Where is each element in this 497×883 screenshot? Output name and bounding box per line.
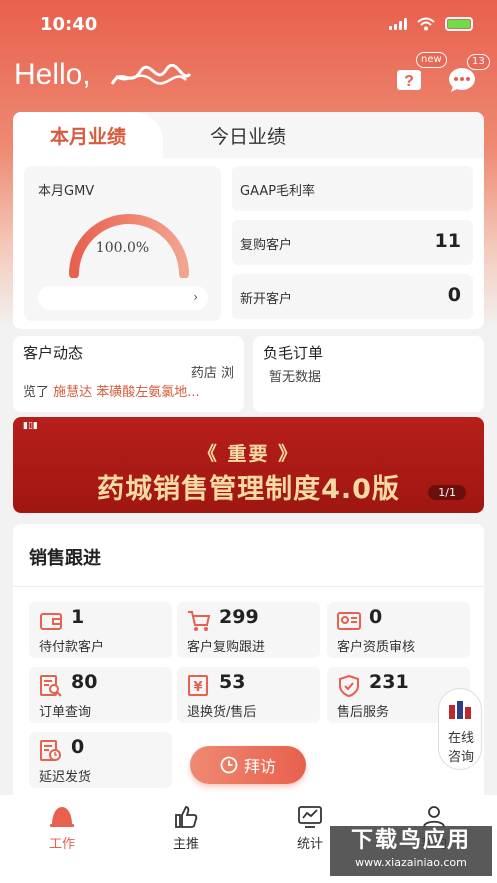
sales-followup-card: 销售跟进 1 待付款客户 299 客户复购跟进 0 客户资质审核 80 订单查询… xyxy=(13,524,484,804)
tile-count: 53 xyxy=(219,671,246,693)
tab-label: 主推 xyxy=(172,837,199,852)
metric-label: GAAP毛利率 xyxy=(240,184,316,199)
customer-dynamics-title: 客户动态 xyxy=(23,344,84,362)
tile-count: 1 xyxy=(71,606,85,628)
visit-button-label: 拜访 xyxy=(243,757,276,776)
tile-qualification-review[interactable]: 0 客户资质审核 xyxy=(327,602,470,658)
performance-tabs: 本月业绩 今日业绩 xyxy=(13,112,484,158)
thumb-up-icon xyxy=(175,806,198,828)
tile-count: 80 xyxy=(71,671,98,693)
status-time: 10:40 xyxy=(40,14,98,35)
metric-label: 新开客户 xyxy=(240,292,293,307)
negative-orders-card[interactable]: 负毛订单 暂无数据 xyxy=(253,336,484,412)
clock-icon xyxy=(220,756,238,774)
metric-new-customers: 新开客户 0 xyxy=(232,274,473,319)
tile-count: 231 xyxy=(369,671,409,693)
tile-label: 订单查询 xyxy=(39,705,92,720)
tile-label: 退换货/售后 xyxy=(187,705,257,720)
tile-pending-payment[interactable]: 1 待付款客户 xyxy=(29,602,172,658)
tile-label: 售后服务 xyxy=(337,705,390,720)
shield-icon xyxy=(339,675,359,697)
wallet-icon xyxy=(40,613,62,630)
site-watermark: 下载鸟应用 www.xiazainiao.com xyxy=(330,826,492,876)
promo-banner[interactable]: ▮▯▮ 《 重要 》 药城销售管理制度4.0版 1/1 xyxy=(13,417,484,513)
metric-label: 复购客户 xyxy=(240,238,293,253)
performance-body: 本月GMV 100.0% › GAAP毛利率 复购客户 11 新开客户 0 xyxy=(13,158,484,329)
tile-label: 客户复购跟进 xyxy=(187,640,266,655)
tile-label: 延迟发货 xyxy=(39,770,92,785)
tile-repurchase-followup[interactable]: 299 客户复购跟进 xyxy=(177,602,320,658)
tile-count: 0 xyxy=(369,606,383,628)
order-search-icon xyxy=(40,675,62,697)
work-icon xyxy=(50,807,74,827)
redacted-name-scribble xyxy=(110,64,192,85)
banner-logo: ▮▯▮ xyxy=(23,421,38,431)
gmv-title: 本月GMV xyxy=(38,184,95,199)
performance-card: 本月业绩 今日业绩 本月GMV 100.0% › GAAP毛利率 复购客户 11… xyxy=(13,112,484,329)
delay-icon xyxy=(40,740,61,761)
id-card-icon xyxy=(337,612,361,630)
dynamics-product: 施慧达 苯磺酸左氨氯地... xyxy=(53,385,200,400)
shop-suffix: 药店 浏 xyxy=(190,366,234,381)
tile-delayed-shipping[interactable]: 0 延迟发货 xyxy=(29,732,172,788)
tile-returns-aftersales[interactable]: ¥ 53 退换货/售后 xyxy=(177,667,320,723)
metric-value: 11 xyxy=(434,230,461,252)
help-new-badge: new xyxy=(416,52,447,68)
cart-icon xyxy=(188,611,211,631)
dynamics-prefix: 览了 xyxy=(23,385,54,400)
negative-orders-empty: 暂无数据 xyxy=(269,370,322,385)
watermark-url: www.xiazainiao.com xyxy=(355,856,467,869)
metric-gaap-margin: GAAP毛利率 xyxy=(232,166,473,211)
sales-title: 销售跟进 xyxy=(29,548,101,569)
visit-button[interactable]: 拜访 xyxy=(190,746,306,784)
consult-label-1: 在线 xyxy=(447,731,474,746)
help-button[interactable]: ? new xyxy=(394,52,447,94)
consult-label-2: 咨询 xyxy=(447,750,474,765)
messages-button[interactable]: 13 xyxy=(447,54,490,94)
tab-label: 工作 xyxy=(48,837,75,852)
tile-label: 客户资质审核 xyxy=(337,640,416,655)
yen-return-icon: ¥ xyxy=(188,675,208,696)
chevron-right-icon: › xyxy=(193,290,198,304)
watermark-title: 下载鸟应用 xyxy=(350,828,471,853)
tile-label: 待付款客户 xyxy=(39,640,105,655)
banner-tag: 《 重要 》 xyxy=(197,443,300,465)
metric-value: 0 xyxy=(447,284,461,306)
divider xyxy=(13,586,484,587)
battery-icon xyxy=(445,17,473,31)
signal-icon xyxy=(389,18,407,30)
negative-orders-title: 负毛订单 xyxy=(263,344,324,362)
tab-this-month[interactable]: 本月业绩 xyxy=(13,112,163,158)
svg-text:¥: ¥ xyxy=(193,680,202,695)
tab-label: 统计 xyxy=(296,837,323,852)
banner-title: 药城销售管理制度4.0版 xyxy=(97,474,400,505)
online-consult-button[interactable]: 在线 咨询 xyxy=(438,688,482,770)
greeting-text: Hello, xyxy=(14,58,91,91)
stats-icon xyxy=(298,806,322,828)
status-bar: 10:40 xyxy=(0,0,497,50)
status-icons xyxy=(389,17,473,31)
wifi-icon xyxy=(417,17,435,31)
consult-icon xyxy=(449,701,471,719)
svg-text:?: ? xyxy=(404,73,414,90)
tab-work[interactable]: 工作 xyxy=(32,805,92,852)
gmv-progress-value: 100.0% xyxy=(95,240,150,256)
help-icon: ? xyxy=(397,70,421,90)
gmv-panel: 本月GMV 100.0% › xyxy=(24,166,221,321)
customer-dynamics-card[interactable]: 客户动态 药店 浏 览了 施慧达 苯磺酸左氨氯地... xyxy=(13,336,244,412)
tile-order-query[interactable]: 80 订单查询 xyxy=(29,667,172,723)
metric-repeat-customers: 复购客户 11 xyxy=(232,220,473,265)
banner-page-indicator: 1/1 xyxy=(428,485,466,500)
tab-featured[interactable]: 主推 xyxy=(156,805,216,852)
messages-count-badge: 13 xyxy=(467,54,490,70)
dynamics-line: 览了 施慧达 苯磺酸左氨氯地... xyxy=(23,383,238,402)
tile-count: 299 xyxy=(219,606,259,628)
tab-today[interactable]: 今日业绩 xyxy=(173,112,323,158)
tile-count: 0 xyxy=(71,736,85,758)
gmv-detail-link[interactable]: › xyxy=(38,286,208,310)
